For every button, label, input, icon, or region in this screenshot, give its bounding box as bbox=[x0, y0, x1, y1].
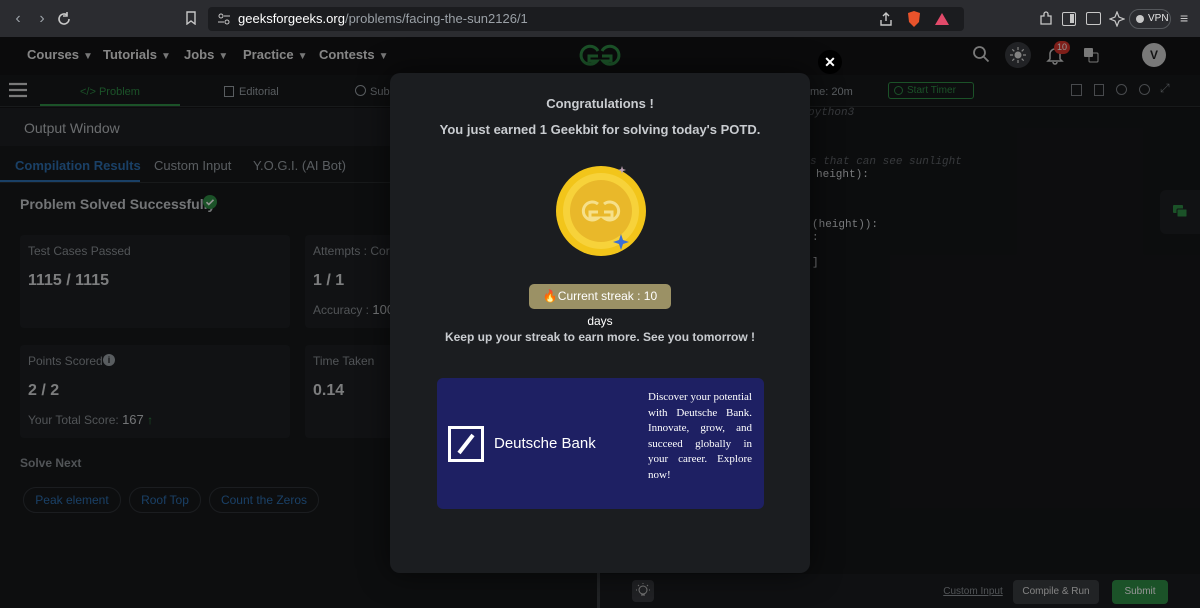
leo-ai-icon[interactable] bbox=[1109, 11, 1125, 27]
vpn-button[interactable]: VPN bbox=[1129, 9, 1171, 29]
brave-rewards-icon[interactable] bbox=[934, 11, 950, 27]
menu-icon[interactable]: ≡ bbox=[1180, 9, 1188, 27]
ad-brand: Deutsche Bank bbox=[494, 435, 596, 452]
brave-shield-icon[interactable] bbox=[906, 10, 922, 28]
site-settings-icon[interactable] bbox=[217, 12, 231, 26]
back-icon[interactable]: ‹ bbox=[8, 9, 28, 29]
reload-icon[interactable] bbox=[54, 9, 74, 29]
share-icon[interactable] bbox=[878, 11, 894, 27]
modal-footer-text: Keep up your streak to earn more. See yo… bbox=[444, 330, 756, 344]
modal-subtitle: You just earned 1 Geekbit for solving to… bbox=[439, 122, 761, 137]
streak-badge: 🔥Current streak : 10 days bbox=[529, 284, 671, 328]
vpn-icon bbox=[1136, 15, 1144, 23]
url-text: geeksforgeeks.org/problems/facing-the-su… bbox=[238, 11, 528, 26]
geekbit-coin-icon bbox=[552, 162, 652, 258]
forward-icon[interactable]: › bbox=[32, 9, 52, 29]
bookmark-icon[interactable] bbox=[185, 11, 197, 25]
ad-text: Discover your potential with Deutsche Ba… bbox=[648, 391, 752, 481]
modal-title: Congratulations ! bbox=[546, 96, 654, 111]
deutsche-bank-logo-icon bbox=[448, 426, 484, 462]
sidebar-icon[interactable] bbox=[1062, 12, 1076, 26]
close-icon[interactable]: ✕ bbox=[818, 50, 842, 74]
wallet-icon[interactable] bbox=[1086, 12, 1101, 25]
fire-icon: 🔥 bbox=[542, 289, 558, 303]
extensions-icon[interactable] bbox=[1038, 11, 1054, 27]
